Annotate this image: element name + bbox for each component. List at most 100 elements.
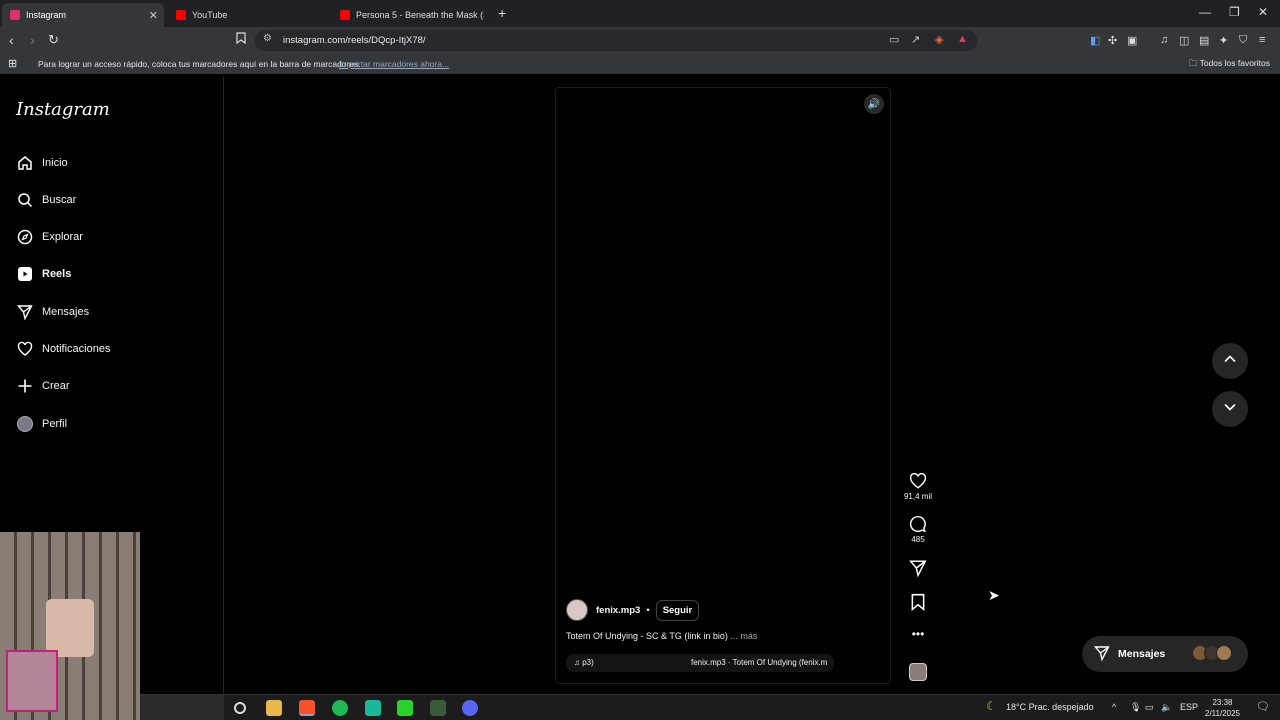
all-favorites-label: Todos los favoritos [1199, 58, 1270, 68]
sidebar-item-label: Reels [42, 268, 72, 280]
like-count: 91,4 mil [903, 492, 932, 501]
app-icon[interactable] [365, 700, 381, 716]
reel-video-panel[interactable]: 🔊 fenix.mp3 • Seguir Totem Of Undying - … [555, 87, 891, 684]
youtube-favicon-icon [176, 10, 186, 20]
reload-icon[interactable]: ↻ [48, 32, 59, 48]
address-bar[interactable]: ⚙ instagram.com/reels/DQcp-ItjX78/ ▭ ↗ ◈… [255, 30, 977, 51]
save-action[interactable] [900, 593, 936, 613]
spotify-icon[interactable] [332, 700, 348, 716]
author-avatar[interactable] [566, 599, 588, 621]
taskbar-search-box[interactable] [140, 695, 224, 720]
screenshot-icon[interactable]: ▣ [1127, 34, 1137, 47]
send-icon [1094, 645, 1110, 664]
tab-persona[interactable]: Persona 5 - Beneath the Mask (Sub… [332, 3, 492, 27]
microphone-icon[interactable]: 🎙 [1130, 702, 1141, 713]
cast-icon[interactable]: ▭ [889, 33, 899, 46]
like-action[interactable]: 91,4 mil [900, 472, 936, 501]
reels-icon [16, 265, 34, 283]
heart-icon[interactable] [900, 472, 936, 492]
follow-button[interactable]: Seguir [655, 599, 700, 621]
cortana-icon[interactable] [234, 702, 246, 714]
vpn-icon[interactable]: ⛉ [1239, 34, 1247, 47]
audio-track-label: fenix.mp3 · Totem Of Undying (fenix.m [691, 658, 828, 667]
tab-instagram[interactable]: Instagram ✕ [2, 3, 164, 27]
sidebar-item-buscar[interactable]: Buscar [16, 188, 76, 212]
instagram-logo[interactable]: Instagram [16, 99, 110, 120]
sidebar-item-explorar[interactable]: Explorar [16, 225, 83, 249]
notification-center-icon[interactable]: 🗨 [1256, 700, 1270, 713]
overlay-face-image [46, 599, 94, 657]
next-reel-button[interactable] [1212, 391, 1248, 427]
tab-youtube[interactable]: YouTube [168, 3, 328, 27]
brave-browser-icon[interactable] [299, 700, 315, 716]
forward-icon[interactable]: › [30, 32, 35, 48]
send-icon[interactable] [900, 559, 936, 579]
wallet-icon[interactable]: ▤ [1199, 34, 1209, 47]
close-tab-icon[interactable]: ✕ [149, 9, 158, 22]
weather-icon: ☾ [986, 699, 997, 713]
previous-reel-button[interactable] [1212, 343, 1248, 379]
taskbar-clock[interactable]: 23:38 2/11/2025 [1205, 697, 1240, 719]
sidebar-item-notificaciones[interactable]: Notificaciones [16, 337, 110, 361]
media-icon[interactable]: ♫ [1160, 34, 1168, 46]
back-icon[interactable]: ‹ [9, 32, 14, 48]
url-text: instagram.com/reels/DQcp-ItjX78/ [283, 35, 426, 46]
clock-date: 2/11/2025 [1205, 709, 1240, 718]
language-indicator[interactable]: ESP [1180, 702, 1198, 712]
kick-icon[interactable] [397, 700, 413, 716]
sidebar-item-mensajes[interactable]: Mensajes [16, 300, 89, 324]
share-action[interactable] [900, 559, 936, 579]
volume-tray-icon[interactable]: 🔈 [1161, 702, 1172, 713]
site-settings-icon[interactable]: ⚙ [263, 33, 272, 44]
all-favorites-button[interactable]: 🗀 Todos los favoritos [1189, 58, 1270, 72]
tab-title: Instagram [26, 10, 67, 20]
volume-icon[interactable]: 🔊 [864, 94, 884, 114]
bookmarks-bar: ⊞ Para lograr un acceso rápido, coloca t… [0, 54, 1280, 74]
comment-action[interactable]: 485 [900, 515, 936, 544]
audio-source-label: p3) [582, 658, 594, 667]
avatar-icon [16, 415, 34, 433]
bookmark-icon[interactable] [900, 593, 936, 613]
sidebar-item-perfil[interactable]: Perfil [16, 412, 67, 436]
messages-floating-button[interactable]: Mensajes [1082, 636, 1248, 672]
search-icon [16, 191, 34, 209]
network-icon[interactable]: ▭ [1145, 702, 1154, 713]
leo-ai-icon[interactable]: ✦ [1219, 34, 1228, 47]
tray-expand-icon[interactable]: ^ [1112, 702, 1116, 712]
restore-icon[interactable]: ❐ [1229, 5, 1240, 19]
sidebar-item-crear[interactable]: Crear [16, 374, 70, 398]
share-icon[interactable]: ↗ [911, 33, 920, 46]
audio-source: ♫ p3) [574, 658, 594, 667]
new-tab-icon[interactable]: + [498, 5, 506, 21]
extension-badge-icon[interactable]: ◧ [1090, 34, 1100, 47]
sidebar-item-reels[interactable]: Reels [16, 262, 71, 286]
weather-text[interactable]: 18°C Prac. despejado [1006, 702, 1094, 712]
minimize-icon[interactable]: — [1199, 5, 1211, 19]
file-explorer-icon[interactable] [266, 700, 282, 716]
brave-rewards-icon[interactable]: ▲ [957, 33, 968, 45]
tab-title: Persona 5 - Beneath the Mask (Sub… [356, 10, 484, 20]
brave-shield-icon[interactable]: ◈ [935, 33, 943, 46]
author-username[interactable]: fenix.mp3 [596, 605, 640, 616]
browser-tab-strip: Instagram ✕ YouTube Persona 5 - Beneath … [0, 0, 1280, 27]
chevron-up-icon [1223, 352, 1237, 371]
more-options-icon[interactable]: ••• [900, 627, 936, 641]
bookmark-page-icon[interactable] [236, 32, 246, 47]
comment-icon[interactable] [900, 515, 936, 535]
audio-thumbnail[interactable] [909, 663, 927, 681]
apps-grid-icon[interactable]: ⊞ [8, 57, 17, 70]
extensions-icon[interactable]: ✣ [1108, 34, 1117, 47]
menu-icon[interactable]: ≡ [1259, 34, 1265, 46]
discord-icon[interactable] [462, 700, 478, 716]
sidebar-item-label: Explorar [42, 231, 83, 243]
caption-more-link[interactable]: ... más [730, 631, 757, 641]
audio-strip[interactable]: ♫ p3) fenix.mp3 · Totem Of Undying (feni… [566, 654, 834, 672]
sidebar-toggle-icon[interactable]: ◫ [1179, 34, 1189, 47]
league-client-icon[interactable] [430, 700, 446, 716]
sidebar-item-inicio[interactable]: Inicio [16, 151, 68, 175]
sidebar-item-label: Inicio [42, 157, 68, 169]
messages-label: Mensajes [1118, 648, 1166, 660]
import-bookmarks-link[interactable]: Importar marcadores ahora... [339, 59, 449, 69]
chevron-down-icon [1223, 400, 1237, 419]
close-window-icon[interactable]: ✕ [1258, 5, 1268, 19]
